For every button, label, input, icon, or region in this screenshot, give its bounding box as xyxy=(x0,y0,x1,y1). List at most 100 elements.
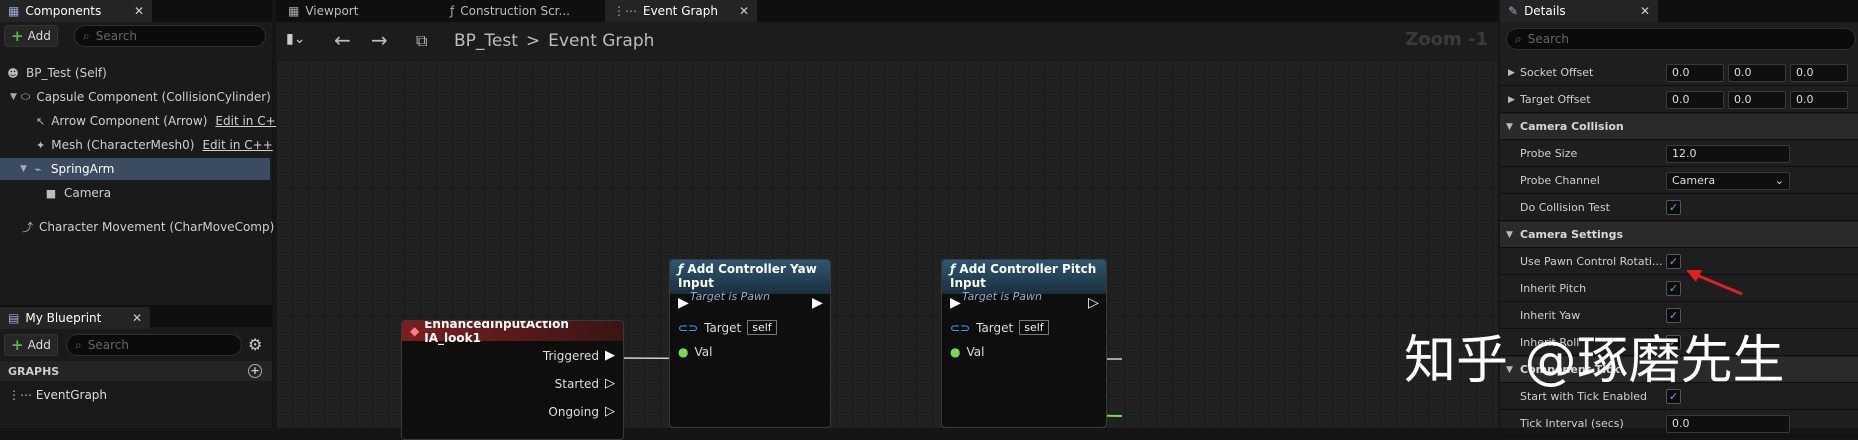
breadcrumb-separator: > xyxy=(525,31,541,51)
camera-icon: ■ xyxy=(45,186,57,200)
graph-item-eventgraph[interactable]: ⋮⋯ EventGraph xyxy=(8,388,107,402)
details-search-input[interactable]: ⌕ Search xyxy=(1506,28,1856,50)
expand-arrow-icon[interactable]: ▶ xyxy=(1508,95,1515,105)
hierarchy-icon[interactable]: ⧉ xyxy=(416,31,427,51)
component-tree-item[interactable]: ✦ Mesh (CharacterMesh0) Edit in C++ xyxy=(0,134,273,156)
exec-out-pin[interactable]: ▷ xyxy=(1088,295,1099,311)
plus-icon: + xyxy=(11,27,24,45)
details-tab[interactable]: ✎ Details ✕ xyxy=(1500,0,1658,22)
back-arrow-icon[interactable]: ← xyxy=(334,28,351,52)
graph-canvas[interactable]: ◆ EnhancedInputAction IA_look1 Triggered… xyxy=(276,60,1498,440)
add-blueprint-item-button[interactable]: + Add xyxy=(4,334,58,356)
graphs-section-header[interactable]: GRAPHS + xyxy=(0,361,272,381)
event-output-pin[interactable]: Ongoing ▷ xyxy=(548,404,615,419)
property-label: Camera Settings xyxy=(1520,228,1624,241)
vector-component-input[interactable]: 0.0 xyxy=(1790,91,1848,109)
property-label: Probe Size xyxy=(1520,147,1578,160)
forward-arrow-icon[interactable]: → xyxy=(371,28,388,52)
components-panel: ▦ Components ✕ + Add ⌕ Search ☻ BP_Test (… xyxy=(0,0,286,305)
event-output-pin[interactable]: Triggered ▶ xyxy=(543,348,615,363)
breadcrumb: BP_Test > Event Graph xyxy=(454,31,654,51)
vector-component-input[interactable]: 0.0 xyxy=(1666,91,1724,109)
close-icon[interactable]: ✕ xyxy=(1640,4,1650,18)
bookmark-icon[interactable]: ▮⌄ xyxy=(286,31,305,47)
graph-toolbar: ▮⌄ ← → ⧉ BP_Test > Event Graph Zoom -1 xyxy=(276,22,1498,60)
vector-component-input[interactable]: 0.0 xyxy=(1790,64,1848,82)
add-component-button[interactable]: + Add xyxy=(4,25,58,47)
details-property-row[interactable]: Use Pawn Control Rotati... ✓ xyxy=(1500,249,1858,275)
blueprint-search-input[interactable]: ⌕ Search xyxy=(66,334,242,356)
close-icon[interactable]: ✕ xyxy=(132,311,142,325)
editor-tab[interactable]: ▦ Viewport xyxy=(280,0,430,22)
my-blueprint-tab[interactable]: ▤ My Blueprint ✕ xyxy=(0,307,150,329)
collapse-arrow-icon[interactable]: ▼ xyxy=(1506,122,1513,132)
event-node-ia-look[interactable]: ◆ EnhancedInputAction IA_look1 Triggered… xyxy=(401,320,624,440)
event-node-header: ◆ EnhancedInputAction IA_look1 xyxy=(402,321,623,345)
float-pin-icon: ● xyxy=(678,345,689,359)
details-property-row[interactable]: ▶ Socket Offset 0.0 0.0 0.0 xyxy=(1500,60,1858,86)
yaw-target-pin[interactable]: ⊂⊃ Target self xyxy=(678,320,777,335)
property-label: Inherit Pitch xyxy=(1520,282,1587,295)
springarm-icon: ⌁ xyxy=(34,162,42,176)
components-search-input[interactable]: ⌕ Search xyxy=(74,25,266,47)
my-blueprint-panel: ▤ My Blueprint ✕ + Add ⌕ Search ⚙ GRAPHS… xyxy=(0,305,272,428)
function-icon: ƒ xyxy=(450,4,455,18)
yaw-val-pin[interactable]: ● Val xyxy=(678,345,712,359)
details-property-row[interactable]: ▶ Target Offset 0.0 0.0 0.0 xyxy=(1500,87,1858,113)
details-property-row[interactable]: Tick Interval (secs) 0.0 xyxy=(1500,411,1858,437)
arrow-icon: ↖ xyxy=(36,114,46,128)
details-section-header[interactable]: ▼ Camera Settings xyxy=(1500,222,1858,248)
details-property-row[interactable]: Probe Channel Camera ⌄ xyxy=(1500,168,1858,194)
component-tree-item[interactable]: ■ Camera xyxy=(0,182,270,204)
edit-in-cpp-link[interactable]: Edit in C++ xyxy=(202,138,272,152)
event-diamond-icon: ◆ xyxy=(410,324,420,338)
component-tree-item[interactable]: ↖ Arrow Component (Arrow) Edit in C++ xyxy=(0,110,286,132)
editor-tab[interactable]: ⋮⋯ Event Graph ✕ xyxy=(605,0,757,22)
exec-out-pin[interactable]: ▶ xyxy=(812,295,823,311)
component-tree-item[interactable]: ▼ ⬭ Capsule Component (CollisionCylinder) xyxy=(0,86,271,108)
checkbox[interactable]: ✓ xyxy=(1666,281,1681,296)
zoom-label: Zoom -1 xyxy=(1405,29,1488,50)
property-label: Socket Offset xyxy=(1520,66,1594,79)
exec-in-pin[interactable]: ▶ xyxy=(950,295,961,311)
exec-pin-icon: ▷ xyxy=(605,404,615,419)
probe-channel-dropdown[interactable]: Camera ⌄ xyxy=(1666,172,1790,190)
vector-component-input[interactable]: 0.0 xyxy=(1728,91,1786,109)
add-controller-yaw-input-node[interactable]: ƒ Add Controller Yaw Input Target is Paw… xyxy=(669,259,831,428)
breadcrumb-current: Event Graph xyxy=(548,31,655,51)
number-input[interactable]: 0.0 xyxy=(1666,415,1790,433)
pitch-target-pin[interactable]: ⊂⊃ Target self xyxy=(950,320,1049,335)
details-icon: ✎ xyxy=(1508,4,1519,18)
breadcrumb-root[interactable]: BP_Test xyxy=(454,31,518,51)
components-tab[interactable]: ▦ Components ✕ xyxy=(0,0,152,22)
property-label: Probe Channel xyxy=(1520,174,1600,187)
add-graph-icon[interactable]: + xyxy=(248,364,262,378)
exec-in-pin[interactable]: ▶ xyxy=(678,295,689,311)
close-icon[interactable]: ✕ xyxy=(134,4,144,18)
graph-icon: ⋮⋯ xyxy=(8,388,32,402)
component-tree-item[interactable]: ☻ BP_Test (Self) xyxy=(0,62,270,84)
expand-arrow-icon[interactable]: ▼ xyxy=(20,164,27,174)
details-property-row[interactable]: Do Collision Test ✓ xyxy=(1500,195,1858,221)
vector-component-input[interactable]: 0.0 xyxy=(1728,64,1786,82)
settings-gear-icon[interactable]: ⚙ xyxy=(248,335,262,354)
component-tree-item[interactable]: ⤴ Character Movement (CharMoveComp) xyxy=(0,216,274,238)
add-controller-pitch-input-node[interactable]: ƒ Add Controller Pitch Input Target is P… xyxy=(941,259,1107,428)
event-output-pin[interactable]: Started ▷ xyxy=(555,376,615,391)
details-section-header[interactable]: ▼ Camera Collision xyxy=(1500,114,1858,140)
vector-component-input[interactable]: 0.0 xyxy=(1666,64,1724,82)
checkbox[interactable]: ✓ xyxy=(1666,200,1681,215)
component-tree-item[interactable]: ▼ ⌁ SpringArm xyxy=(0,158,270,180)
movement-icon: ⤴ xyxy=(22,221,33,234)
number-input[interactable]: 12.0 xyxy=(1666,145,1790,163)
expand-arrow-icon[interactable]: ▼ xyxy=(10,92,17,102)
collapse-arrow-icon[interactable]: ▼ xyxy=(1506,230,1513,240)
checkbox[interactable]: ✓ xyxy=(1666,254,1681,269)
details-property-row[interactable]: Inherit Pitch ✓ xyxy=(1500,276,1858,302)
exec-pin-icon: ▶ xyxy=(605,348,615,363)
details-property-row[interactable]: Probe Size 12.0 xyxy=(1500,141,1858,167)
editor-tab[interactable]: ƒ Construction Scr... xyxy=(442,0,600,22)
close-icon[interactable]: ✕ xyxy=(739,4,749,18)
expand-arrow-icon[interactable]: ▶ xyxy=(1508,68,1515,78)
pitch-val-pin[interactable]: ● Val xyxy=(950,345,984,359)
